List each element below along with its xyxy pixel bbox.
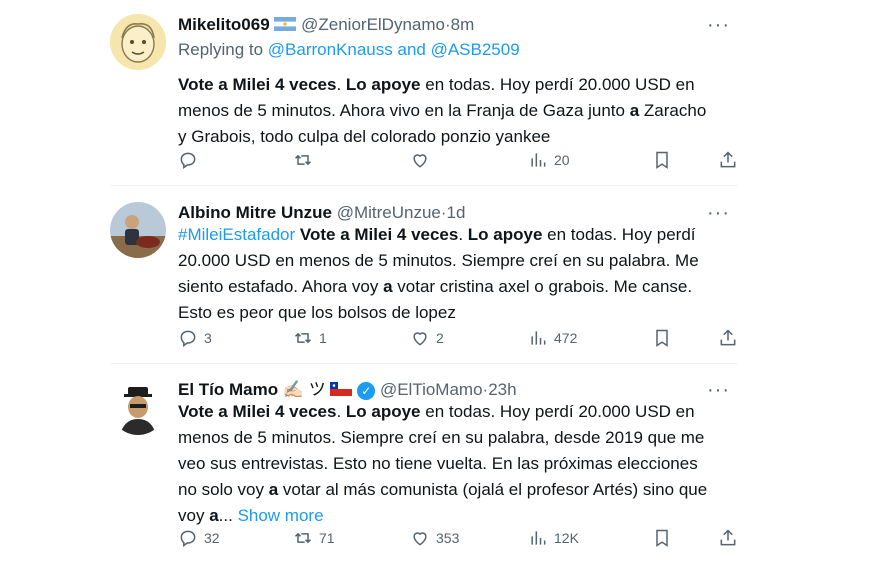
timeline: Mikelito069 @ZeniorElDynamo·8m ··· Reply… [110, 0, 738, 570]
bold-text: Lo apoye [345, 75, 421, 94]
hashtag-link[interactable]: #MileiEstafador [178, 225, 295, 244]
retweet-count: 71 [319, 530, 335, 546]
avatar-image [110, 379, 166, 435]
handle[interactable]: @MitreUnzue [337, 203, 441, 222]
action-bar: 3 1 2 472 [178, 326, 738, 350]
share-icon [720, 151, 736, 168]
views-count: 472 [554, 330, 578, 346]
like-icon [413, 532, 427, 546]
display-name[interactable]: Mikelito069 [178, 15, 270, 34]
bookmark-button[interactable] [652, 526, 672, 550]
timestamp[interactable]: 1d [447, 203, 466, 222]
tweet[interactable]: Albino Mitre Unzue @MitreUnzue·1d ··· #M… [110, 196, 738, 356]
replying-to: Replying to @BarronKnauss and @ASB2509 [178, 38, 520, 62]
bookmark-button[interactable] [652, 326, 672, 350]
bold-text: a [268, 480, 279, 499]
retweet-button[interactable]: 71 [293, 526, 335, 550]
reply-icon [180, 330, 196, 347]
display-name[interactable]: El Tío Mamo [178, 380, 278, 399]
share-button[interactable] [718, 148, 738, 172]
argentina-flag-icon [274, 13, 297, 39]
retweet-button[interactable]: 1 [293, 326, 327, 350]
text-segment: . [336, 75, 346, 94]
like-button[interactable]: 353 [410, 526, 459, 550]
reply-count: 3 [204, 330, 212, 346]
views-icon [531, 331, 546, 345]
divider [110, 185, 738, 186]
retweet-icon [294, 532, 312, 544]
timestamp[interactable]: 8m [451, 15, 475, 34]
views-icon [531, 153, 546, 167]
like-icon [413, 154, 427, 168]
reply-button[interactable]: 32 [178, 526, 220, 550]
bookmark-icon [656, 329, 668, 347]
text-segment: . [458, 225, 468, 244]
reply-button[interactable] [178, 148, 204, 172]
action-bar: 20 [178, 148, 738, 172]
verified-icon: ✓ [357, 381, 376, 400]
views-count: 12K [554, 530, 579, 546]
more-options-icon[interactable]: ··· [707, 12, 730, 38]
bold-text: Vote a Milei 4 veces [299, 225, 459, 244]
avatar[interactable] [110, 379, 166, 435]
tweet-text: Vote a Milei 4 veces. Lo apoye en todas.… [178, 72, 718, 150]
reply-icon [180, 530, 196, 547]
views-icon [531, 531, 546, 545]
name-emoji: ✍🏻 ツ [282, 380, 326, 399]
tweet[interactable]: Mikelito069 @ZeniorElDynamo·8m ··· Reply… [110, 8, 738, 178]
tweet-text: Vote a Milei 4 veces. Lo apoye en todas.… [178, 399, 718, 529]
share-icon [720, 329, 736, 346]
bold-text: Lo apoye [467, 225, 543, 244]
avatar[interactable] [110, 14, 166, 70]
share-icon [720, 529, 736, 546]
bookmark-icon [656, 151, 668, 169]
avatar-image [110, 202, 166, 258]
avatar[interactable] [110, 202, 166, 258]
retweet-button[interactable] [293, 148, 319, 172]
reply-button[interactable]: 3 [178, 326, 212, 350]
retweet-icon [294, 154, 312, 166]
replying-users-link[interactable]: @BarronKnauss and @ASB2509 [268, 40, 520, 59]
action-bar: 32 71 353 12K [178, 526, 738, 550]
tweet[interactable]: El Tío Mamo ✍🏻 ツ ✓ @ElTioMamo·23h ··· Vo… [110, 373, 738, 563]
handle[interactable]: @ElTioMamo [380, 380, 483, 399]
views-button[interactable]: 12K [528, 526, 579, 550]
bold-text: a [383, 277, 393, 296]
like-count: 2 [436, 330, 444, 346]
like-button[interactable]: 2 [410, 326, 444, 350]
tweet-text: #MileiEstafador Vote a Milei 4 veces. Lo… [178, 222, 718, 326]
avatar-image [110, 14, 166, 70]
bold-text: Vote a Milei 4 veces [178, 75, 337, 94]
bold-text: Vote a Milei 4 veces [178, 402, 337, 421]
like-button[interactable] [410, 148, 436, 172]
reply-icon [180, 152, 196, 169]
retweet-icon [294, 332, 312, 344]
share-button[interactable] [718, 326, 738, 350]
views-button[interactable]: 20 [528, 148, 570, 172]
display-name[interactable]: Albino Mitre Unzue [178, 203, 332, 222]
like-count: 353 [436, 530, 460, 546]
replying-prefix: Replying to [178, 40, 268, 59]
reply-count: 32 [204, 530, 220, 546]
handle[interactable]: @ZeniorElDynamo [301, 15, 445, 34]
bookmark-icon [656, 529, 668, 547]
tweet-header: Mikelito069 @ZeniorElDynamo·8m ··· [178, 12, 738, 38]
like-icon [413, 332, 427, 346]
timestamp[interactable]: 23h [488, 380, 516, 399]
divider [110, 363, 738, 364]
bold-text: a [629, 101, 640, 120]
bold-text: a [209, 506, 219, 525]
bookmark-button[interactable] [652, 148, 672, 172]
show-more-link[interactable]: Show more [238, 506, 324, 525]
share-button[interactable] [718, 526, 738, 550]
text-segment: ... [218, 506, 238, 525]
retweet-count: 1 [319, 330, 327, 346]
views-button[interactable]: 472 [528, 326, 577, 350]
views-count: 20 [554, 152, 570, 168]
text-segment: . [336, 402, 346, 421]
bold-text: Lo apoye [345, 402, 421, 421]
